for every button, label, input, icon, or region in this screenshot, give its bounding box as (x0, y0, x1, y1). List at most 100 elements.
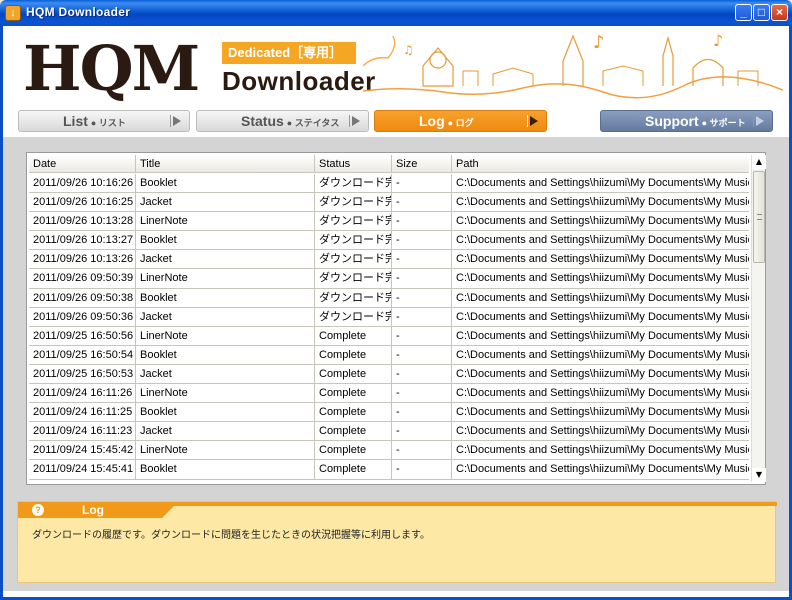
column-header-date[interactable]: Date (29, 155, 136, 172)
cell-title: Booklet (136, 174, 315, 193)
help-icon: ? (32, 504, 44, 516)
app-icon: ↓ (5, 5, 21, 21)
cell-date: 2011/09/24 16:11:23 (29, 422, 136, 441)
table-row[interactable]: 2011/09/26 10:16:26Bookletダウンロード完了-C:\Do… (29, 174, 749, 194)
tab-divider (349, 115, 350, 127)
svg-text:♫: ♫ (403, 43, 414, 57)
table-row[interactable]: 2011/09/25 16:50:54 Booklet Complete - C:\Do… (29, 345, 749, 365)
cell-path: C:\Documents and Settings\hiizumi\My Doc… (456, 177, 749, 189)
table-row[interactable]: 2011/09/25 16:50:56 LinerNote Complete - C:\… (29, 326, 749, 346)
tab-support[interactable]: Support ● サポート (600, 110, 773, 132)
window-title: HQM Downloader (26, 5, 131, 19)
cell-date: 2011/09/25 16:50:53 (29, 364, 136, 384)
table-row[interactable]: 2011/09/26 09:50:38Bookletダウンロード完了-C:\Do… (29, 288, 749, 308)
table-row[interactable]: 2011/09/26 10:13:27Bookletダウンロード完了-C:\Do… (29, 231, 749, 251)
cell-status: Complete (315, 403, 392, 422)
tab-list[interactable]: List ● リスト (18, 110, 190, 132)
table-row[interactable]: 2011/09/26 10:13:28LinerNoteダウンロード完了-C:\… (29, 212, 749, 232)
cell-size: - (392, 384, 452, 403)
column-header-title[interactable]: Title (136, 155, 315, 172)
scrollbar-grip (757, 214, 762, 220)
tab-support-sublabel: ● サポート (701, 118, 746, 128)
table-row[interactable]: 2011/09/24 16:11:25 Booklet Complete - C:\Do… (29, 403, 749, 423)
svg-text:♪: ♪ (593, 32, 605, 53)
table-row[interactable]: 2011/09/26 09:50:36Jacketダウンロード完了-C:\Doc… (29, 307, 749, 327)
vertical-scrollbar[interactable]: ▲ ▼ (751, 155, 766, 482)
cell-path: C:\Documents and Settings\hiizumi\My Doc… (456, 310, 749, 323)
table-row[interactable]: 2011/09/26 10:16:25Jacketダウンロード完了-C:\Doc… (29, 193, 749, 213)
cell-date: 2011/09/26 09:50:38 (29, 288, 136, 307)
cell-size: - (392, 345, 452, 364)
cell-date: 2011/09/26 10:13:26 (29, 250, 136, 269)
cell-date: 2011/09/26 09:50:36 (29, 307, 136, 326)
log-info-panel: ? Log ダウンロードの履歴です。ダウンロードに問題を生じたときの状況把握等に… (17, 501, 777, 583)
tab-status[interactable]: Status ● ステイタス (196, 110, 369, 132)
cell-title: Booklet (136, 231, 315, 250)
cell-date: 2011/09/25 16:50:56 (29, 326, 136, 345)
column-header-status[interactable]: Status (315, 155, 392, 172)
close-button[interactable]: × (771, 4, 788, 21)
cell-size: - (392, 250, 452, 269)
cell-size: - (392, 460, 452, 479)
cell-title: LinerNote (136, 269, 315, 288)
cell-status: ダウンロード完了 (315, 174, 392, 193)
table-row[interactable]: 2011/09/24 15:45:41 Booklet Complete - C:\Do… (29, 460, 749, 480)
cell-size: - (392, 212, 452, 231)
cell-status: Complete (315, 441, 392, 460)
scrollbar-thumb[interactable] (753, 171, 765, 263)
cell-title: Booklet (136, 403, 315, 422)
cell-path: C:\Documents and Settings\hiizumi\My Doc… (456, 406, 749, 419)
cell-size: - (392, 441, 452, 460)
table-header-row: Date Title Status Size Path (29, 155, 749, 173)
cell-size: - (392, 174, 452, 193)
cell-title: Jacket (136, 307, 315, 326)
cell-status: Complete (315, 422, 392, 441)
cell-status: ダウンロード完了 (315, 307, 392, 326)
cell-size: - (392, 364, 452, 384)
table-row[interactable]: 2011/09/24 16:11:23 Jacket Complete - C:\Doc… (29, 422, 749, 442)
cell-date: 2011/09/26 10:13:28 (29, 212, 136, 231)
tab-list-label: List (63, 113, 88, 129)
column-header-path[interactable]: Path (452, 155, 749, 172)
scroll-down-icon[interactable]: ▼ (752, 468, 766, 482)
table-row[interactable]: 2011/09/26 10:13:26Jacketダウンロード完了-C:\Doc… (29, 250, 749, 270)
cell-title: Jacket (136, 422, 315, 441)
tab-log-sublabel: ● ログ (447, 118, 474, 128)
cell-size: - (392, 403, 452, 422)
cell-path: C:\Documents and Settings\hiizumi\My Doc… (456, 253, 749, 266)
table-body: 2011/09/26 10:16:26Bookletダウンロード完了-C:\Do… (29, 174, 749, 480)
cell-title: Jacket (136, 364, 315, 384)
cell-size: - (392, 193, 452, 212)
cell-title: Booklet (136, 288, 315, 307)
cell-path: C:\Documents and Settings\hiizumi\My Doc… (456, 348, 749, 361)
cell-path: C:\Documents and Settings\hiizumi\My Doc… (456, 367, 749, 380)
logo: HQM (23, 32, 200, 105)
cell-date: 2011/09/24 16:11:26 (29, 384, 136, 403)
cell-path: C:\Documents and Settings\hiizumi\My Doc… (456, 387, 749, 400)
table-row[interactable]: 2011/09/25 16:50:53 Jacket Complete - C:\Doc… (29, 364, 749, 385)
cell-date: 2011/09/25 16:50:54 (29, 345, 136, 364)
maximize-button[interactable]: □ (753, 4, 770, 21)
title-bar[interactable]: ↓ HQM Downloader _ □ × (0, 0, 792, 26)
tab-log[interactable]: Log ● ログ (374, 110, 547, 132)
tab-divider (753, 115, 754, 127)
cell-path: C:\Documents and Settings\hiizumi\My Doc… (456, 425, 749, 438)
cell-date: 2011/09/24 15:45:42 (29, 441, 136, 460)
tab-status-label: Status (241, 113, 284, 129)
app-header: HQM Dedicated［専用］ Downloader ♪ ♪ ♫ (3, 26, 789, 110)
play-arrow-icon (352, 116, 360, 126)
cell-status: Complete (315, 384, 392, 403)
table-row[interactable]: 2011/09/26 09:50:39LinerNoteダウンロード完了-C:\… (29, 269, 749, 289)
tab-divider (170, 115, 171, 127)
cell-path: C:\Documents and Settings\hiizumi\My Doc… (456, 215, 749, 228)
minimize-button[interactable]: _ (735, 4, 752, 21)
tab-list-sublabel: ● リスト (90, 118, 126, 128)
scroll-up-icon[interactable]: ▲ (752, 155, 766, 169)
table-row[interactable]: 2011/09/24 15:45:42 LinerNote Complete - C:\… (29, 441, 749, 461)
table-row[interactable]: 2011/09/24 16:11:26 LinerNote Complete - C:\… (29, 384, 749, 404)
cell-date: 2011/09/26 10:16:25 (29, 193, 136, 212)
cell-title: LinerNote (136, 384, 315, 403)
column-header-size[interactable]: Size (392, 155, 452, 172)
tab-log-label: Log (419, 113, 445, 129)
log-panel-title: Log (82, 503, 104, 517)
